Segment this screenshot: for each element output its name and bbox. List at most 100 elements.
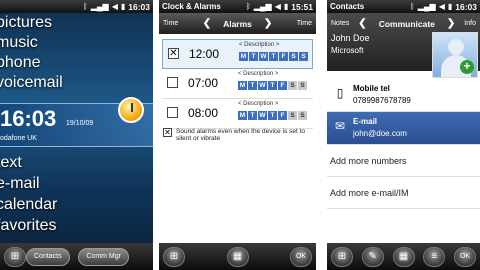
battery-icon: ▮: [120, 2, 126, 11]
day-toggle[interactable]: S: [298, 111, 307, 120]
day-toggle[interactable]: S: [288, 81, 297, 90]
day-toggle[interactable]: W: [258, 81, 267, 90]
day-toggle[interactable]: T: [269, 52, 278, 61]
day-toggle[interactable]: S: [289, 52, 298, 61]
day-toggle[interactable]: F: [278, 81, 287, 90]
menu-item-voicemail[interactable]: voicemail: [0, 73, 153, 93]
tab-title: Alarms: [223, 18, 252, 29]
soft-key-bar: ⊞ ✎ ▦ ≡ OK: [327, 243, 480, 270]
tab-time-left[interactable]: Time: [163, 20, 178, 27]
alarm-checkbox[interactable]: [167, 77, 178, 88]
keyboard-button[interactable]: ▦: [226, 246, 249, 267]
alarm-description[interactable]: < Description >: [238, 101, 278, 107]
windows-icon: ⊞: [10, 251, 20, 262]
menu-item-calendar[interactable]: calendar: [0, 194, 57, 215]
battery-icon: ▮: [283, 2, 289, 11]
menu-item-pictures[interactable]: pictures: [0, 13, 153, 33]
add-photo-icon[interactable]: +: [460, 60, 474, 74]
email-row[interactable]: ✉ E-mail john@doe.com: [327, 112, 480, 145]
day-toggle[interactable]: M: [239, 52, 248, 61]
day-toggle[interactable]: S: [299, 52, 308, 61]
ok-button[interactable]: OK: [454, 246, 476, 267]
day-toggle[interactable]: T: [248, 81, 257, 90]
day-toggle[interactable]: T: [248, 111, 257, 120]
status-time: 16:03: [128, 1, 150, 12]
start-button[interactable]: ⊞: [163, 246, 185, 267]
keyboard-button[interactable]: ▦: [392, 246, 415, 267]
day-toggle[interactable]: M: [238, 111, 247, 120]
alarm-clock-icon[interactable]: [118, 97, 144, 123]
menu-icon: ≡: [431, 251, 438, 262]
clock-time: 16:03: [0, 106, 57, 131]
battery-icon: ▮: [447, 2, 453, 11]
alarm-description[interactable]: < Description >: [239, 42, 279, 48]
windows-icon: ⊞: [337, 251, 347, 262]
comm-mgr-softkey[interactable]: Comm Mgr: [78, 247, 129, 266]
contact-photo[interactable]: +: [432, 32, 478, 78]
day-toggle[interactable]: S: [288, 111, 297, 120]
mobile-row[interactable]: ▯ Mobile tel 0789987678789: [327, 79, 480, 112]
keyboard-icon: ▦: [232, 251, 243, 262]
alarm-days: M T W T F S S: [238, 111, 307, 120]
ok-label: OK: [295, 253, 307, 260]
day-toggle[interactable]: W: [258, 111, 267, 120]
home-menu-top: pictures music phone voicemail: [0, 13, 153, 93]
silent-alarm-checkbox[interactable]: ✕: [163, 128, 172, 137]
alarm-row[interactable]: ✕ 12:00 < Description > M T W T F S S: [162, 39, 313, 69]
signal-icon: ▂▄▆: [253, 2, 272, 11]
bluetooth-icon: ᛒ: [245, 2, 251, 11]
ok-button[interactable]: OK: [290, 246, 312, 267]
operator-name: odafone UK: [0, 135, 37, 142]
alarm-row[interactable]: 07:00 < Description > M T W T F S S: [162, 69, 313, 99]
tab-title: Communicate: [378, 18, 435, 29]
edit-button[interactable]: ✎: [361, 246, 384, 267]
menu-item-text[interactable]: text: [0, 152, 57, 173]
add-email-row[interactable]: Add more e-mail/IM: [327, 177, 480, 209]
tab-info[interactable]: Info: [464, 20, 476, 27]
day-toggle[interactable]: T: [268, 81, 277, 90]
chevron-left-icon[interactable]: ❮: [203, 18, 211, 29]
tab-time-right[interactable]: Time: [297, 20, 312, 27]
day-toggle[interactable]: F: [278, 111, 287, 120]
status-bar: ᛒ ▂▄▆ ◀ ▮ 16:03: [0, 0, 153, 13]
status-time: 15:51: [291, 1, 313, 12]
volume-icon: ◀: [111, 2, 118, 11]
volume-icon: ◀: [274, 2, 281, 11]
menu-button[interactable]: ≡: [423, 246, 446, 267]
menu-item-phone[interactable]: phone: [0, 53, 153, 73]
email-value: john@doe.com: [353, 129, 407, 138]
contacts-softkey[interactable]: Contacts: [26, 247, 70, 266]
menu-item-music[interactable]: music: [0, 33, 153, 53]
day-toggle[interactable]: T: [268, 111, 277, 120]
alarm-days: M T W T F S S: [239, 52, 308, 61]
home-menu-bottom: text e-mail calendar favorites: [0, 152, 57, 236]
status-bar: Contacts ᛒ ▂▄▆ ◀ ▮ 16:03: [327, 0, 480, 13]
alarm-description[interactable]: < Description >: [238, 71, 278, 77]
add-numbers-row[interactable]: Add more numbers: [327, 145, 480, 177]
menu-item-favorites[interactable]: favorites: [0, 215, 57, 236]
menu-item-email[interactable]: e-mail: [0, 173, 57, 194]
alarm-time[interactable]: 07:00: [188, 76, 218, 90]
alarm-time[interactable]: 12:00: [189, 47, 219, 61]
start-button[interactable]: ⊞: [331, 246, 353, 267]
day-toggle[interactable]: M: [238, 81, 247, 90]
alarm-row[interactable]: 08:00 < Description > M T W T F S S: [162, 99, 313, 129]
envelope-icon: ✉: [334, 119, 346, 133]
chevron-right-icon[interactable]: ❯: [264, 18, 272, 29]
alarm-time[interactable]: 08:00: [188, 106, 218, 120]
chevron-right-icon[interactable]: ❯: [447, 18, 455, 29]
tab-notes[interactable]: Notes: [331, 20, 349, 27]
day-toggle[interactable]: W: [259, 52, 268, 61]
alarm-checkbox[interactable]: [167, 107, 178, 118]
app-title: Clock & Alarms: [162, 2, 221, 11]
mobile-phone-icon: ▯: [336, 86, 344, 100]
alarm-checkbox[interactable]: ✕: [168, 48, 179, 59]
avatar-head: [448, 39, 464, 55]
day-toggle[interactable]: F: [279, 52, 288, 61]
day-toggle[interactable]: S: [298, 81, 307, 90]
chevron-left-icon[interactable]: ❮: [358, 18, 366, 29]
silent-alarm-option[interactable]: ✕ Sound alarms even when the device is s…: [163, 128, 312, 142]
start-button[interactable]: ⊞: [4, 246, 26, 267]
volume-icon: ◀: [438, 2, 445, 11]
day-toggle[interactable]: T: [249, 52, 258, 61]
